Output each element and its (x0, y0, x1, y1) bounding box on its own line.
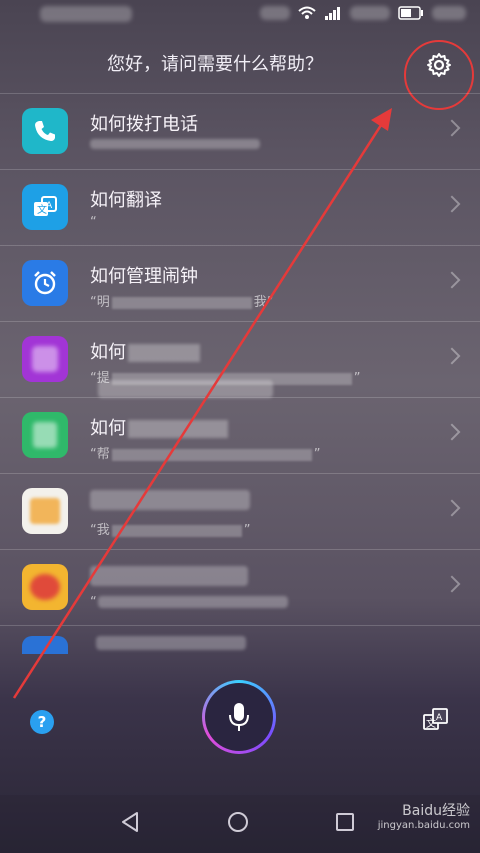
status-bar (0, 0, 480, 30)
svg-text:文: 文 (426, 717, 436, 730)
list-item-title: 如何翻译 (90, 190, 162, 211)
back-icon[interactable] (120, 811, 142, 833)
chevron-right-icon (443, 347, 461, 365)
list-item-title: 如何管理闹钟 (90, 266, 198, 287)
bottom-controls: ? 文 A (0, 670, 480, 790)
list-item[interactable]: “ (0, 549, 480, 625)
list-item[interactable]: 如何拨打电话 (0, 93, 480, 169)
voice-input-button[interactable] (202, 680, 276, 754)
chevron-right-icon (443, 119, 461, 137)
recent-apps-icon[interactable] (336, 813, 354, 831)
watermark: Baidu经验 jingyan.baidu.com (378, 800, 470, 831)
help-button[interactable]: ? (30, 710, 54, 734)
list-item-subtitle: “ (90, 595, 97, 610)
chevron-right-icon (443, 195, 461, 213)
chevron-right-icon (443, 499, 461, 517)
header: 您好，请问需要什么帮助？ (0, 30, 480, 110)
alarm-icon (22, 260, 68, 306)
note-icon (22, 412, 68, 458)
translate-icon: 文 A (423, 708, 448, 730)
app-icon (22, 336, 68, 382)
app-icon (22, 636, 68, 654)
redacted-text (90, 566, 248, 586)
translate-icon: 文A (22, 184, 68, 230)
list-item[interactable]: “我” (0, 473, 480, 549)
redacted-text (90, 139, 260, 149)
list-item[interactable]: 如何管理闹钟 “明 我” (0, 245, 480, 321)
list-item[interactable]: 如何 “帮” (0, 397, 480, 473)
chevron-right-icon (443, 423, 461, 441)
app-icon (22, 564, 68, 610)
list-item-subtitle: “明 我” (90, 295, 274, 310)
chevron-right-icon (443, 575, 461, 593)
list-item-title: 如何 (90, 414, 228, 440)
gear-icon (427, 53, 451, 77)
list-item[interactable]: 如何 “提” (0, 321, 480, 397)
settings-button[interactable] (418, 44, 460, 86)
list-item-subtitle: “提” (90, 371, 361, 386)
list-item[interactable]: 文A 如何翻译 “ (0, 169, 480, 398)
home-icon[interactable] (228, 812, 248, 832)
svg-text:A: A (46, 201, 53, 211)
redacted-text (96, 636, 246, 650)
battery-icon (398, 6, 423, 20)
help-topics-list: 如何拨打电话 文A 如何翻译 “ 如何管理闹钟 “明 我” 如何 “提” 如何 “… (0, 93, 480, 656)
phone-icon (22, 108, 68, 154)
folder-icon (22, 488, 68, 534)
redacted-text (90, 490, 250, 510)
list-item-subtitle: “帮” (90, 447, 321, 462)
list-item-subtitle: “ (90, 215, 97, 230)
carrier-blur (40, 6, 132, 22)
watermark-url: jingyan.baidu.com (377, 820, 470, 831)
greeting-text: 您好，请问需要什么帮助？ (107, 54, 323, 75)
microphone-icon (229, 703, 249, 731)
svg-text:A: A (436, 713, 443, 723)
list-item[interactable] (0, 625, 480, 656)
time-blur (432, 6, 466, 20)
translate-button[interactable]: 文 A (422, 706, 450, 734)
watermark-logo: Baidu经验 (402, 803, 470, 819)
list-item-title: 如何 (90, 338, 200, 364)
status-blur (260, 6, 290, 20)
signal-icon (325, 7, 340, 20)
list-item-title: 如何拨打电话 (90, 114, 198, 135)
status-icons (260, 6, 466, 20)
wifi-icon (298, 6, 316, 19)
chevron-right-icon (443, 271, 461, 289)
status-blur-2 (350, 6, 390, 20)
list-item-subtitle: “我” (90, 523, 251, 538)
redacted-text (98, 596, 288, 608)
